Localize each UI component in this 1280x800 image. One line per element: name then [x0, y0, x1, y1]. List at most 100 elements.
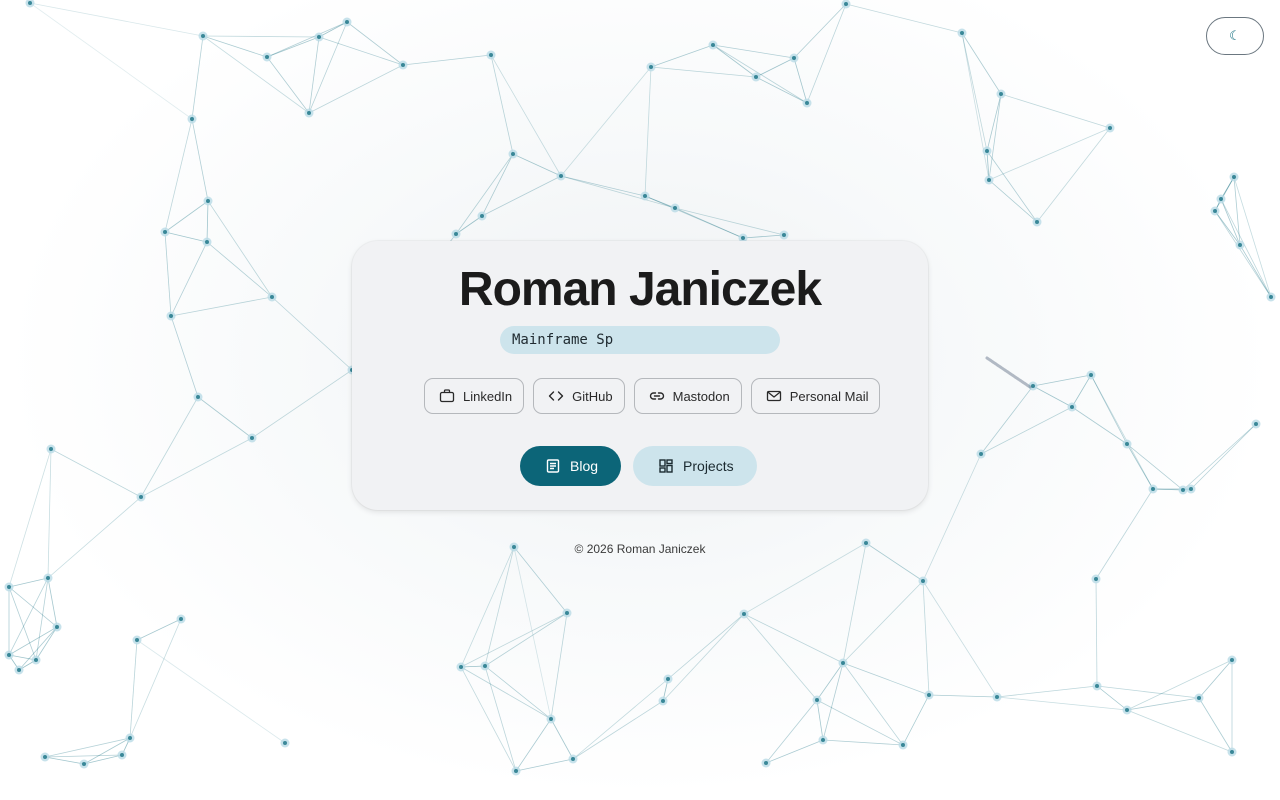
network-edge: [1198, 659, 1233, 699]
mail-icon: [766, 390, 781, 402]
network-edge: [755, 57, 795, 78]
network-edge: [1090, 374, 1154, 490]
network-edge: [1126, 659, 1233, 711]
network-edge: [512, 153, 562, 177]
network-edge: [513, 546, 552, 720]
network-edge: [1096, 685, 1200, 699]
network-edge: [484, 665, 517, 772]
network-edge: [743, 613, 818, 701]
streak-trail: [985, 356, 1032, 389]
network-edge: [842, 580, 924, 664]
network-node: [511, 152, 515, 156]
network-edge: [550, 612, 568, 720]
network-edge: [1071, 374, 1092, 408]
network-edge: [816, 699, 904, 746]
blog-label: Blog: [570, 458, 599, 474]
github-link[interactable]: GitHub: [533, 378, 625, 414]
network-node: [754, 75, 758, 79]
network-edge: [484, 546, 515, 667]
theme-toggle-button[interactable]: ☾: [1206, 17, 1264, 55]
network-node: [1197, 696, 1201, 700]
network-edge: [1036, 127, 1111, 223]
mastodon-link[interactable]: Mastodon: [633, 378, 742, 414]
network-node: [995, 695, 999, 699]
network-node: [1189, 487, 1193, 491]
network-node: [459, 665, 463, 669]
network-edge: [902, 694, 930, 746]
network-edge: [816, 662, 844, 701]
network-node: [283, 741, 287, 745]
network-node: [979, 452, 983, 456]
network-node: [792, 56, 796, 60]
network-edge: [490, 54, 514, 155]
network-edge: [191, 118, 209, 202]
network-edge: [996, 696, 1128, 711]
network-edge: [484, 612, 568, 667]
network-edge: [961, 32, 988, 152]
network-node: [401, 63, 405, 67]
blog-button[interactable]: Blog: [520, 446, 622, 486]
network-node: [135, 638, 139, 642]
network-edge: [1126, 697, 1200, 711]
network-node: [128, 736, 132, 740]
network-edge: [513, 546, 568, 614]
network-node: [190, 117, 194, 121]
network-node: [764, 761, 768, 765]
network-edge: [842, 662, 904, 746]
network-node: [196, 395, 200, 399]
network-node: [265, 55, 269, 59]
network-edge: [1096, 685, 1128, 711]
network-node: [649, 65, 653, 69]
network-edge: [1126, 443, 1154, 490]
network-edge: [922, 453, 982, 582]
personal-mail-link[interactable]: Personal Mail: [750, 378, 881, 414]
network-edge: [644, 66, 652, 197]
network-node: [782, 233, 786, 237]
network-node: [1269, 295, 1273, 299]
network-edge: [1239, 244, 1272, 298]
network-edge: [191, 35, 204, 120]
network-node: [643, 194, 647, 198]
network-edge: [170, 315, 199, 398]
projects-button[interactable]: Projects: [633, 446, 757, 486]
network-node: [661, 699, 665, 703]
network-node: [201, 34, 205, 38]
network-edge: [1126, 443, 1184, 491]
network-node: [1089, 373, 1093, 377]
network-node: [179, 617, 183, 621]
network-edge: [1190, 423, 1257, 490]
network-edge: [980, 385, 1034, 455]
document-icon: [546, 459, 560, 473]
network-edge: [402, 54, 492, 66]
network-node: [163, 230, 167, 234]
network-node: [805, 101, 809, 105]
code-icon: [548, 391, 564, 401]
network-node: [46, 576, 50, 580]
profile-role: Mainframe Sp: [500, 326, 780, 354]
network-edge: [490, 54, 562, 177]
network-node: [250, 436, 254, 440]
network-node: [1151, 487, 1155, 491]
network-node: [921, 579, 925, 583]
network-edge: [1220, 198, 1272, 298]
network-node: [483, 664, 487, 668]
network-edge: [674, 207, 744, 239]
network-node: [815, 698, 819, 702]
network-edge: [712, 44, 795, 59]
network-node: [55, 625, 59, 629]
network-edge: [47, 496, 142, 579]
network-edge: [712, 44, 757, 78]
network-edge: [667, 613, 745, 680]
network-node: [7, 653, 11, 657]
network-node: [49, 447, 53, 451]
linkedin-link[interactable]: LinkedIn: [424, 378, 525, 414]
network-edge: [8, 448, 52, 588]
network-edge: [206, 241, 273, 298]
network-edge: [742, 234, 785, 239]
network-node: [317, 35, 321, 39]
network-node: [711, 43, 715, 47]
network-node: [1035, 220, 1039, 224]
network-edge: [1220, 198, 1241, 246]
network-edge: [44, 756, 85, 765]
network-node: [82, 762, 86, 766]
